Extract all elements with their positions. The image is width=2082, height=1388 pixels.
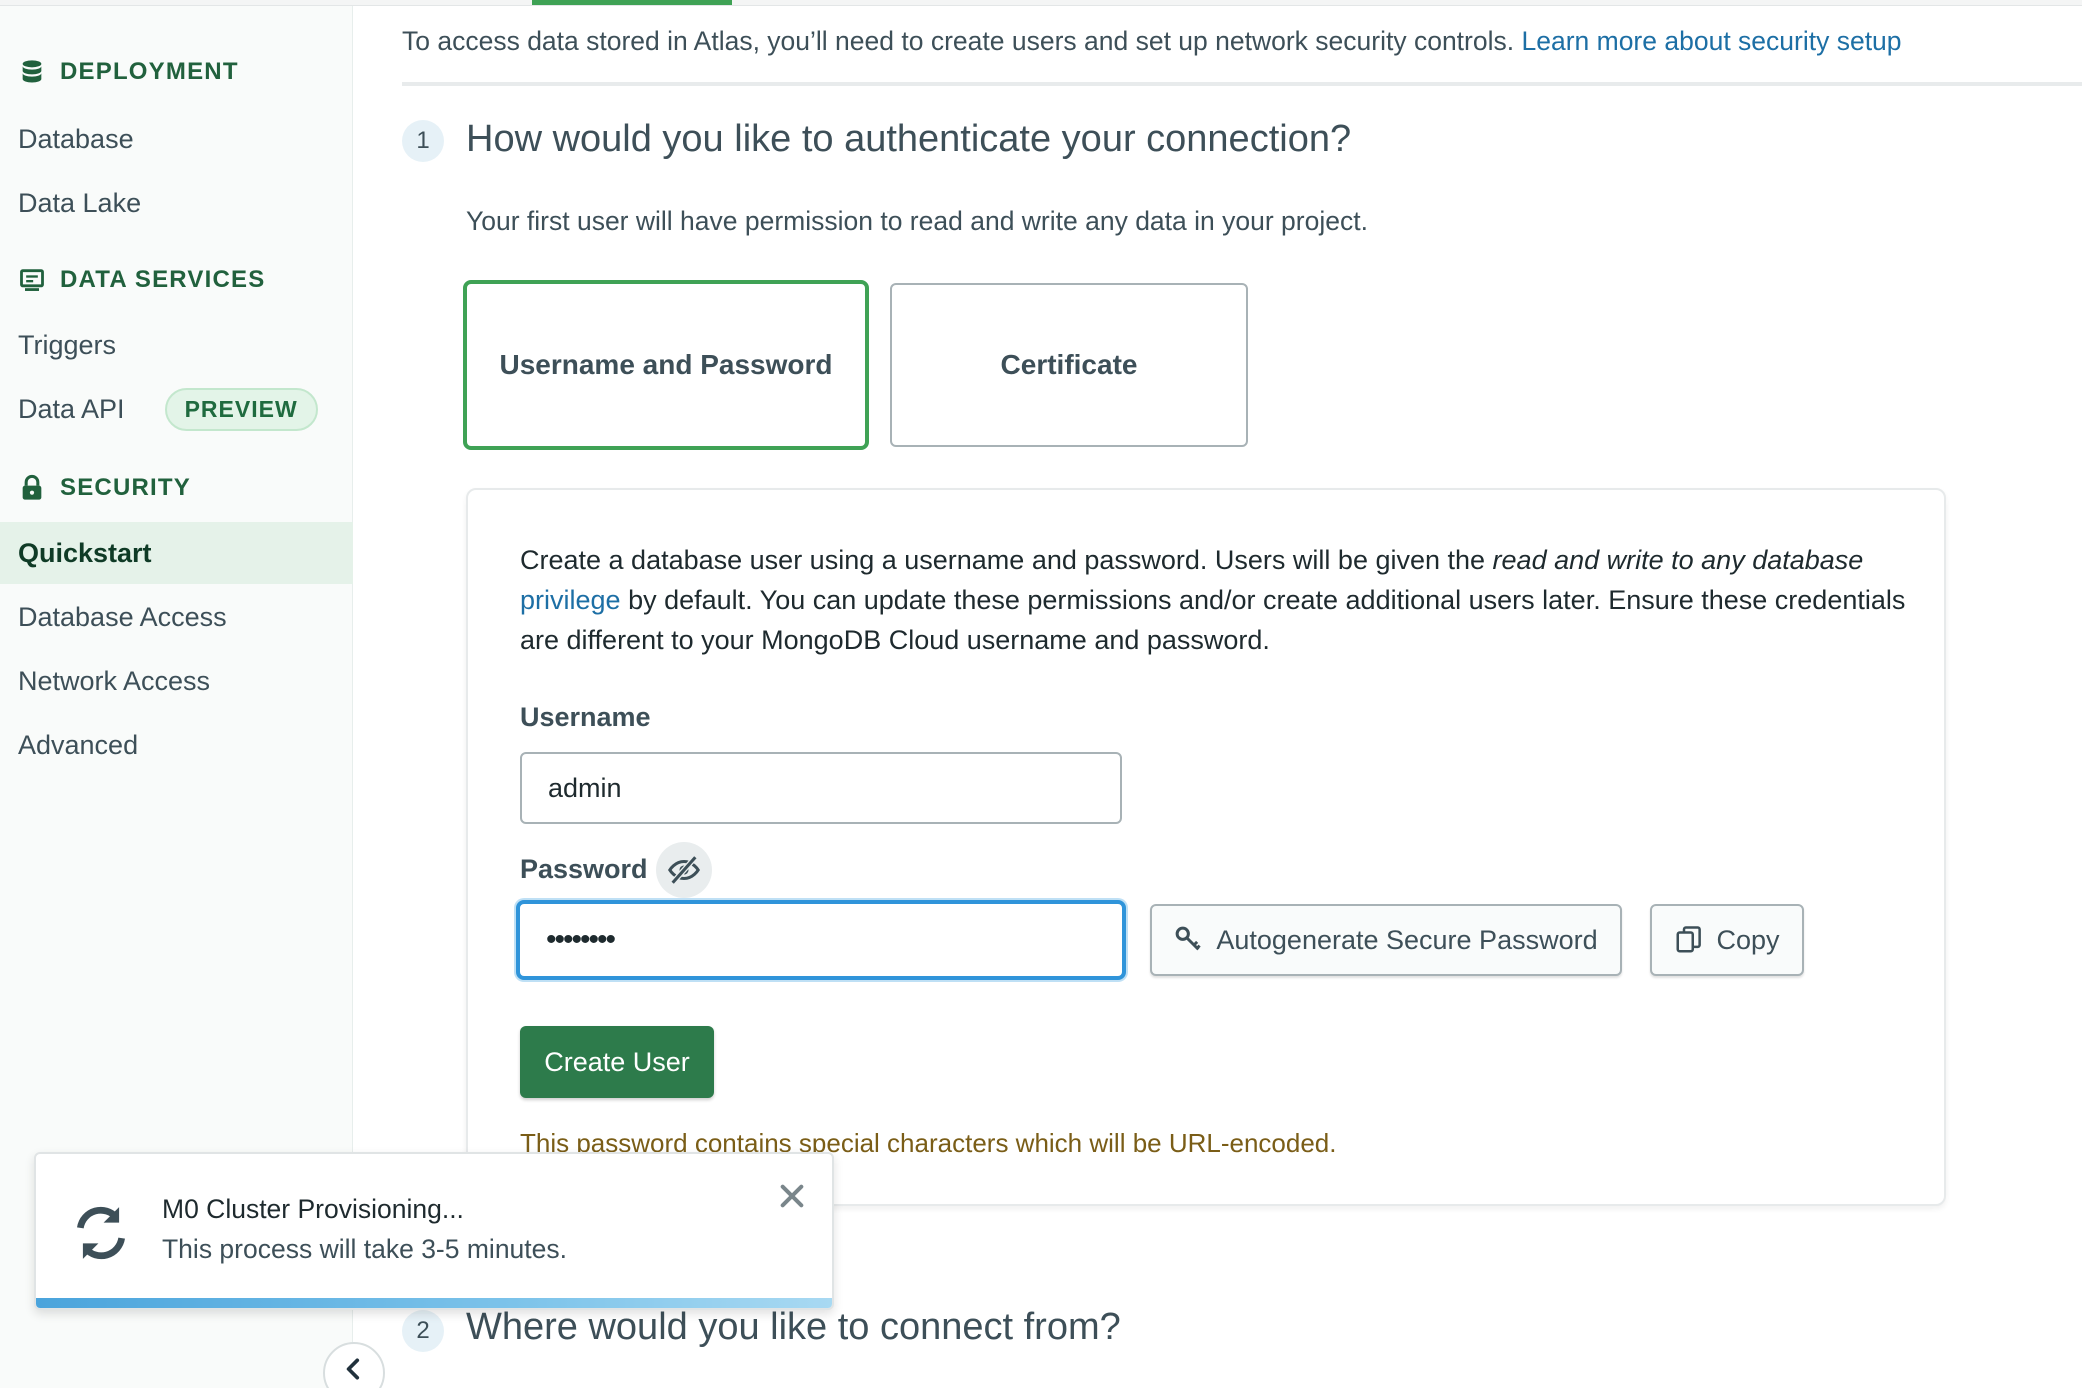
sidebar-item-database[interactable]: Database [0, 108, 353, 170]
username-password-card: Create a database user using a username … [466, 488, 1946, 1206]
step-number-1: 1 [402, 120, 444, 162]
password-label: Password [520, 854, 648, 884]
sidebar-item-data-api[interactable]: Data API PREVIEW [0, 378, 353, 440]
copy-password-button[interactable]: Copy [1650, 904, 1804, 976]
preview-badge: PREVIEW [164, 387, 318, 431]
chevron-left-icon [346, 1358, 360, 1380]
sidebar-section-title: DATA SERVICES [60, 266, 266, 293]
step-2-title: Where would you like to connect from? [466, 1306, 1121, 1348]
username-input[interactable] [520, 752, 1122, 824]
sidebar-section-title: SECURITY [60, 474, 191, 501]
intro-body: To access data stored in Atlas, you’ll n… [402, 26, 1522, 56]
sidebar-section-security: SECURITY [18, 474, 191, 502]
sidebar-item-label: Data Lake [18, 187, 142, 218]
sidebar-section-data-services: DATA SERVICES [18, 266, 265, 294]
toast-progress-bar [36, 1298, 832, 1308]
sidebar-item-database-access[interactable]: Database Access [0, 586, 353, 648]
security-setup-link[interactable]: Learn more about security setup [1521, 26, 1901, 56]
auth-option-username-password[interactable]: Username and Password [463, 280, 869, 450]
toast-title: M0 Cluster Provisioning... [162, 1194, 464, 1224]
password-input[interactable] [516, 900, 1126, 980]
sidebar-item-label: Quickstart [18, 537, 152, 568]
lock-icon [22, 474, 42, 500]
atlas-security-quickstart-page: DEPLOYMENT Database Data Lake DATA SERVI… [0, 0, 2082, 1388]
key-icon [1176, 926, 1202, 951]
cluster-provisioning-toast: M0 Cluster Provisioning... This process … [34, 1152, 834, 1310]
sidebar-item-label: Database [18, 123, 134, 154]
sidebar-section-title: DEPLOYMENT [60, 58, 239, 85]
sidebar-section-deployment: DEPLOYMENT [18, 58, 239, 86]
intro-text: To access data stored in Atlas, you’ll n… [402, 26, 1902, 57]
eye-slash-icon [668, 855, 700, 885]
desc-italic: read and write to any database [1492, 545, 1864, 575]
sidebar-item-label: Network Access [18, 665, 211, 696]
privilege-link[interactable]: privilege [520, 585, 621, 615]
active-tab-indicator [532, 0, 732, 5]
sidebar-item-label: Triggers [18, 329, 117, 360]
desc-text: by default. You can update these permiss… [520, 585, 1906, 655]
database-icon [22, 60, 42, 83]
sidebar-item-data-lake[interactable]: Data Lake [0, 172, 353, 234]
auth-option-certificate[interactable]: Certificate [890, 283, 1248, 447]
copy-icon [1676, 926, 1702, 953]
step-1-subtitle: Your first user will have permission to … [466, 206, 1368, 236]
sidebar-item-label: Advanced [18, 729, 139, 760]
step-number-2: 2 [402, 1310, 444, 1352]
create-user-button[interactable]: Create User [520, 1026, 714, 1098]
sidebar-item-label: Database Access [18, 601, 227, 632]
refresh-icon [77, 1206, 125, 1260]
monitor-icon [20, 269, 44, 291]
toast-body: This process will take 3-5 minutes. [162, 1234, 568, 1264]
button-label: Autogenerate Secure Password [1216, 924, 1598, 955]
sidebar-item-quickstart[interactable]: Quickstart [0, 522, 353, 584]
auth-option-label: Certificate [1000, 349, 1138, 380]
sidebar-item-label: Data API [18, 393, 125, 424]
toggle-password-visibility-button[interactable] [656, 842, 712, 898]
sidebar-item-network-access[interactable]: Network Access [0, 650, 353, 712]
username-label: Username [520, 702, 651, 732]
step-1-title: How would you like to authenticate your … [466, 118, 1352, 160]
button-label: Copy [1716, 924, 1780, 955]
sidebar-item-triggers[interactable]: Triggers [0, 314, 353, 376]
sidebar-item-advanced[interactable]: Advanced [0, 714, 353, 776]
section-divider [402, 82, 2082, 86]
desc-text: Create a database user using a username … [520, 545, 1493, 575]
card-description: Create a database user using a username … [520, 540, 1920, 660]
auth-option-label: Username and Password [499, 349, 833, 380]
autogenerate-password-button[interactable]: Autogenerate Secure Password [1150, 904, 1622, 976]
close-icon[interactable] [778, 1182, 806, 1210]
